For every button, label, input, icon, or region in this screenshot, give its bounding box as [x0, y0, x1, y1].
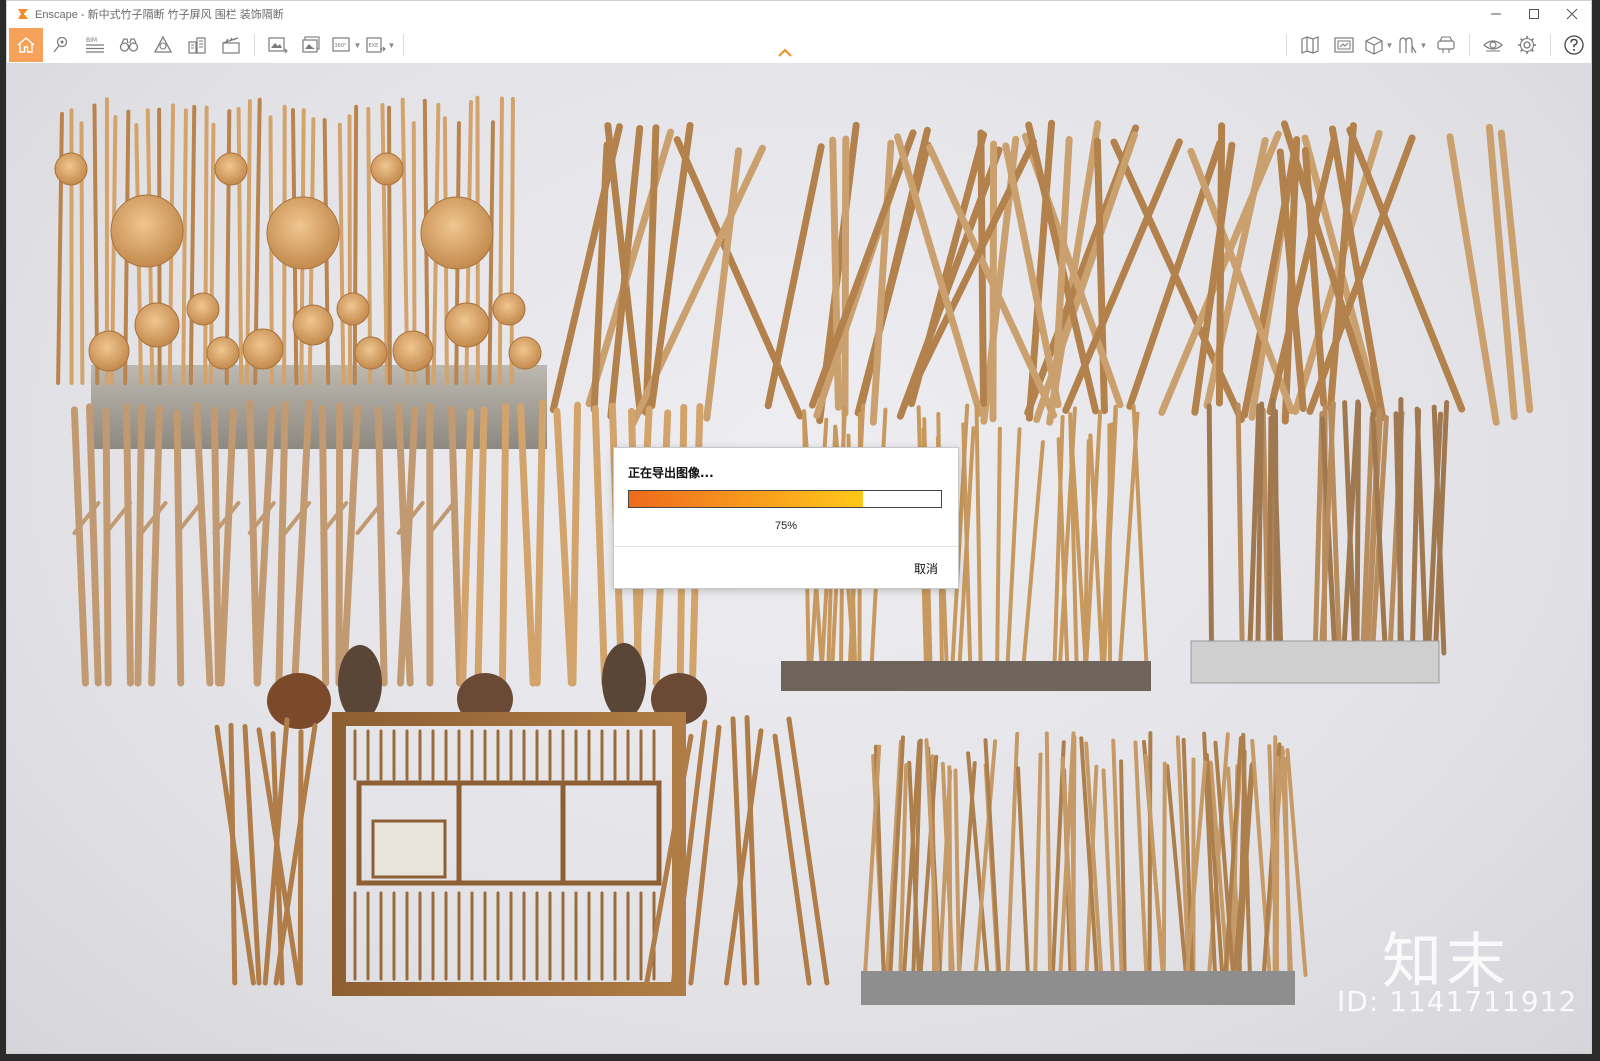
- enscape-window: Enscape - 新中式竹子隔断 竹子屏风 围栏 装饰隔断 BIM 360° …: [6, 0, 1592, 1054]
- watermark-id: ID: 1141711912: [1337, 985, 1578, 1018]
- minimize-icon: [1491, 13, 1501, 15]
- bim-button[interactable]: BIM: [79, 29, 111, 61]
- buildings-icon: [188, 37, 206, 54]
- clapperboard-icon: [222, 37, 240, 54]
- cube-button[interactable]: ▼: [1362, 29, 1394, 61]
- title-bar: Enscape - 新中式竹子隔断 竹子屏风 围栏 装饰隔断: [7, 1, 1591, 27]
- help-icon: [1564, 35, 1584, 55]
- batch-render-button[interactable]: [296, 29, 328, 61]
- chevron-down-icon[interactable]: ▼: [388, 41, 396, 50]
- vr-headset-button[interactable]: [1430, 29, 1462, 61]
- panorama-button[interactable]: 360° ▼: [330, 29, 362, 61]
- home-icon: [17, 37, 35, 53]
- map-pin-button[interactable]: [45, 29, 77, 61]
- home-button[interactable]: [9, 28, 43, 62]
- crossed-bamboo-fence: [549, 119, 1534, 427]
- chevron-down-icon[interactable]: ▼: [1420, 41, 1428, 50]
- concrete-planter: [1190, 640, 1440, 684]
- help-button[interactable]: [1558, 29, 1590, 61]
- progress-bar: [628, 490, 942, 508]
- progress-percent: 75%: [774, 520, 798, 532]
- chevron-down-icon[interactable]: ▼: [1386, 41, 1394, 50]
- window-title: Enscape - 新中式竹子隔断 竹子屏风 围栏 装饰隔断: [35, 9, 284, 21]
- toolbar-separator: [1550, 34, 1551, 56]
- wooden-base: [781, 661, 1151, 691]
- screenshot-icon: [268, 37, 288, 54]
- assets-button[interactable]: [1294, 29, 1326, 61]
- binoculars-icon: [119, 38, 139, 52]
- assets-icon: [1301, 36, 1319, 54]
- render-viewport[interactable]: 知末 ID: 1141711912 正在导出图像... 75% 取消: [7, 63, 1591, 1053]
- export-button[interactable]: EXE ▼: [364, 29, 396, 61]
- export-icon: EXE: [365, 37, 386, 53]
- toolbar-separator: [1286, 34, 1287, 56]
- gate-side-bamboo: [214, 715, 830, 986]
- progress-bar-fill: [629, 491, 863, 507]
- dialog-title: 正在导出图像...: [628, 466, 714, 480]
- toolbar: BIM 360° ▼ EXE ▼ ▼ ▼: [7, 27, 1591, 64]
- perspective-button[interactable]: [147, 29, 179, 61]
- chevron-down-icon[interactable]: ▼: [354, 41, 362, 50]
- minimize-button[interactable]: [1477, 1, 1515, 27]
- vr-headset-icon: [1437, 36, 1455, 53]
- dialog-divider: [614, 546, 958, 547]
- perspective-icon: [153, 35, 173, 53]
- binoculars-button[interactable]: [113, 29, 145, 61]
- panorama-icon: 360°: [331, 37, 350, 52]
- maximize-icon: [1529, 9, 1539, 19]
- screenshot-button[interactable]: [262, 29, 294, 61]
- views-button[interactable]: [1328, 29, 1360, 61]
- buildings-button[interactable]: [181, 29, 213, 61]
- settings-button[interactable]: [1511, 29, 1543, 61]
- batch-render-icon: [302, 36, 320, 53]
- map-pin-icon: [53, 36, 68, 53]
- materials-icon: [1398, 37, 1417, 54]
- chinese-wooden-gate: [332, 712, 686, 996]
- eye-icon: [1483, 40, 1503, 52]
- close-button[interactable]: [1553, 1, 1591, 27]
- cancel-button[interactable]: 取消: [914, 560, 938, 577]
- clapperboard-button[interactable]: [215, 29, 247, 61]
- export-progress-dialog: 正在导出图像... 75% 取消: [613, 447, 959, 589]
- tall-bamboo-cluster: [1206, 396, 1450, 656]
- window-controls: [1477, 1, 1591, 27]
- collapse-toolbar-chevron-icon[interactable]: [777, 47, 793, 59]
- gear-icon: [1518, 36, 1536, 54]
- toolbar-separator: [1469, 34, 1470, 56]
- enscape-logo-icon: [18, 9, 28, 19]
- panorama-label: 360°: [334, 43, 347, 49]
- export-label: EXE: [368, 43, 378, 49]
- close-icon: [1566, 8, 1578, 20]
- views-icon: [1334, 37, 1354, 53]
- bottom-bamboo-screen: [863, 731, 1308, 977]
- maximize-button[interactable]: [1515, 1, 1553, 27]
- bim-icon: BIM: [86, 37, 104, 53]
- granite-planter: [861, 971, 1295, 1005]
- materials-button[interactable]: ▼: [1396, 29, 1428, 61]
- cube-icon: [1364, 36, 1383, 55]
- bim-label: BIM: [86, 37, 97, 44]
- toolbar-separator: [254, 34, 255, 56]
- toolbar-separator: [403, 34, 404, 56]
- visibility-button[interactable]: [1477, 29, 1509, 61]
